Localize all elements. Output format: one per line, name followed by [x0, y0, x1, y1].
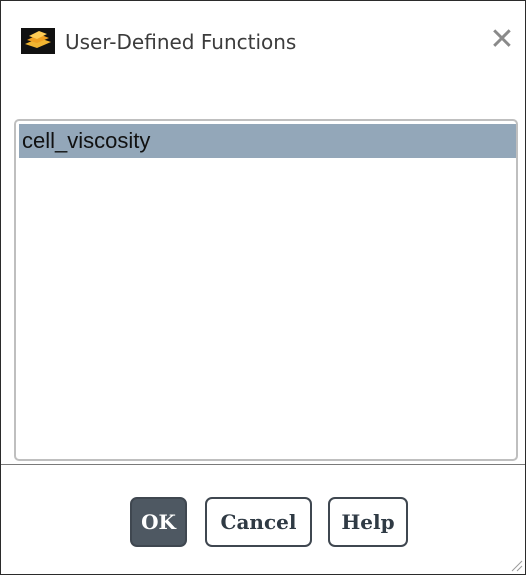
title-bar[interactable]: User-Defined Functions ✕	[1, 1, 525, 83]
ansys-fluent-icon	[21, 28, 55, 54]
list-item[interactable]: cell_viscosity	[19, 124, 516, 158]
udf-dialog: User-Defined Functions ✕ cell_viscosity …	[0, 0, 526, 575]
help-button[interactable]: Help	[328, 497, 408, 547]
window-title: User-Defined Functions	[65, 30, 297, 54]
udf-listbox[interactable]: cell_viscosity	[14, 119, 518, 461]
close-icon[interactable]: ✕	[489, 25, 515, 55]
resize-grip-icon[interactable]	[507, 556, 523, 572]
divider	[1, 464, 525, 465]
ok-button[interactable]: OK	[130, 497, 187, 547]
cancel-button[interactable]: Cancel	[205, 497, 312, 547]
